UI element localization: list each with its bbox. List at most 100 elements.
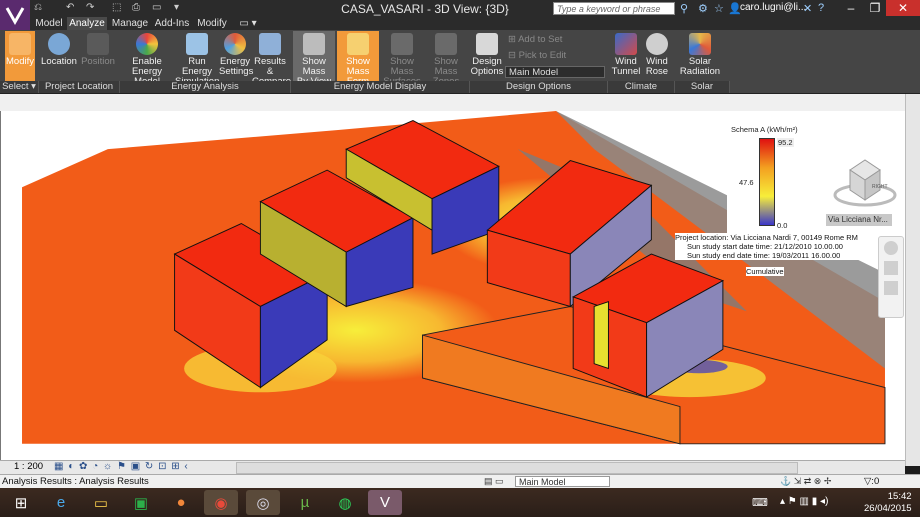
panel-energy-analysis: Energy Analysis — [120, 81, 291, 93]
user-account[interactable]: caro.lugni@li... — [740, 2, 806, 13]
status-design-option-select[interactable]: Main Model — [515, 476, 610, 487]
horizontal-scrollbar[interactable] — [236, 462, 798, 474]
view-control-icons[interactable]: ▦ ◐ ✿ ◔ ☼ ⚑ ▣ ↻ ⊡ ⊞ ‹ — [54, 461, 189, 472]
mass-form-icon — [347, 33, 369, 55]
energy-model-icon — [136, 33, 158, 55]
legend-color-bar — [759, 138, 775, 226]
qat-customize-icon[interactable]: ▾ — [174, 2, 179, 15]
wind-rose-icon — [646, 33, 668, 55]
solar-radiation-button[interactable]: Solar Radiation — [677, 31, 723, 81]
ie-icon[interactable]: e — [44, 490, 78, 515]
filter-count[interactable]: ▽:0 — [864, 476, 879, 487]
wind-tunnel-label-2: Tunnel — [611, 66, 641, 77]
vertical-scrollbar[interactable] — [905, 94, 920, 466]
results-compare-button[interactable]: Results & Compare — [252, 31, 291, 87]
firefox-icon[interactable]: ● — [164, 490, 198, 515]
pick-to-edit-icon: ⊟ — [508, 50, 519, 61]
pan-icon[interactable] — [884, 281, 898, 295]
tab-add-ins[interactable]: Add-Ins — [153, 17, 191, 30]
show-mass-surfaces-button[interactable]: Show Mass Surfaces — [381, 31, 423, 87]
exchange-icon[interactable]: ✕ — [803, 2, 812, 15]
subscription-icon[interactable]: ⚙ — [698, 2, 708, 15]
chrome-icon[interactable]: ◉ — [204, 490, 238, 515]
maximize-button[interactable]: ❐ — [862, 0, 888, 16]
cursor-icon — [9, 33, 31, 55]
project-location-text: Project location: Via Licciana Nardi 7, … — [675, 233, 858, 242]
utorrent-icon[interactable]: µ — [288, 490, 322, 515]
sun-study-info: Project location: Via Licciana Nardi 7, … — [675, 233, 863, 260]
design-options-icon — [476, 33, 498, 55]
results-compare-icon — [259, 33, 281, 55]
explorer-icon[interactable]: ▭ — [84, 490, 118, 515]
design-options-button[interactable]: Design Options — [470, 31, 504, 81]
wind-rose-button[interactable]: Wind Rose — [642, 31, 672, 81]
steam-icon[interactable]: ◎ — [246, 490, 280, 515]
favorites-star-icon[interactable]: ☆ — [714, 2, 724, 15]
tab-model[interactable]: Model — [33, 17, 65, 30]
cumulative-label: Cumulative — [746, 267, 784, 276]
start-icon[interactable]: ⊞ — [4, 490, 38, 515]
navigation-bar[interactable] — [878, 236, 904, 318]
wind-tunnel-button[interactable]: Wind Tunnel — [610, 31, 642, 81]
tab-analyze[interactable]: Analyze — [67, 17, 107, 30]
add-to-set-button[interactable]: ⊞ Add to Set — [508, 34, 562, 46]
system-clock[interactable]: 15:42 26/04/2015 — [864, 491, 912, 515]
tab-panel-toggle[interactable]: ▭ ▾ — [232, 17, 264, 30]
pick-to-edit-button[interactable]: ⊟ Pick to Edit — [508, 50, 566, 62]
legend-mid: 47.6 — [739, 178, 754, 187]
location-button[interactable]: Location — [41, 31, 77, 81]
vasari-logo-icon — [5, 7, 25, 26]
store-icon[interactable]: ▣ — [124, 490, 158, 515]
energy-settings-button[interactable]: Energy Settings — [219, 31, 253, 81]
help-icon[interactable]: ? — [818, 2, 824, 15]
document-title: CASA_VASARI - 3D View: {3D} — [341, 2, 509, 16]
qat-redo-icon[interactable]: ↷ — [86, 2, 94, 15]
energy-settings-icon — [224, 33, 246, 55]
panel-select[interactable]: Select ▾ — [0, 81, 39, 93]
qat-print-icon[interactable]: ⎙ — [132, 2, 140, 15]
run-simulation-icon — [186, 33, 208, 55]
panel-solar-analysis: Solar Analysis — [675, 81, 730, 104]
application-menu-button[interactable] — [0, 0, 30, 30]
binoculars-icon[interactable]: ⚲ — [680, 2, 688, 15]
close-button[interactable]: ✕ — [886, 0, 920, 16]
panel-project-location: Project Location — [39, 81, 120, 93]
tab-manage[interactable]: Manage — [110, 17, 150, 30]
panel-climate-analysis: Climate Analysis — [608, 81, 675, 104]
position-label: Position — [81, 56, 115, 67]
selection-filter-icons[interactable]: ⚓ ⇲ ⇄ ⊗ ✢ — [780, 476, 831, 487]
zoom-icon[interactable] — [884, 261, 898, 275]
view-scale[interactable]: 1 : 200 — [14, 461, 43, 472]
enable-energy-label-1: Enable Energy — [131, 56, 163, 77]
keyboard-icon[interactable]: ⌨ — [752, 496, 768, 509]
tray-icons[interactable]: ▴ ⚑ ▥ ▮ ◂) — [780, 496, 828, 507]
tab-modify[interactable]: Modify — [195, 17, 229, 30]
run-energy-simulation-button[interactable]: Run Energy Simulation — [175, 31, 219, 87]
legend-title: Schema A (kWh/m²) — [731, 125, 798, 134]
qat-undo-icon[interactable]: ↶ — [66, 2, 74, 15]
editable-only-icon[interactable]: ▤ ▭ — [484, 476, 508, 487]
qat-open-icon[interactable]: ⎌ — [34, 2, 42, 15]
steering-wheel-icon[interactable] — [884, 241, 898, 255]
minimize-button[interactable]: – — [838, 0, 864, 16]
spotify-icon[interactable]: ◍ — [328, 490, 362, 515]
wind-tunnel-icon — [615, 33, 637, 55]
modify-button[interactable]: Modify — [5, 31, 35, 81]
qat-measure-icon[interactable]: ⬚ — [112, 2, 121, 15]
sun-study-start-text: Sun study start date time: 21/12/2010 10… — [687, 242, 843, 251]
add-to-set-icon: ⊞ — [508, 34, 519, 45]
enable-energy-model-button[interactable]: Enable Energy Model — [121, 31, 173, 87]
search-input[interactable]: Type a keyword or phrase — [553, 2, 675, 15]
sun-study-end-text: Sun study end date time: 19/03/2011 16.0… — [687, 251, 841, 260]
vasari-icon[interactable]: V — [368, 490, 402, 515]
mass-surfaces-icon — [391, 33, 413, 55]
show-mass-zones-button[interactable]: Show Mass Zones — [425, 31, 467, 87]
legend-max: 95.2 — [777, 138, 794, 147]
view-cube-face-label: RIGHT — [872, 184, 888, 190]
show-mass-form-button[interactable]: Show Mass Form — [337, 31, 379, 87]
position-button[interactable]: Position — [80, 31, 116, 81]
qat-windows-icon[interactable]: ▭ — [152, 2, 161, 15]
design-option-select[interactable]: Main Model — [505, 66, 605, 78]
position-icon — [87, 33, 109, 55]
show-mass-by-view-button[interactable]: Show Mass By View — [293, 31, 335, 87]
